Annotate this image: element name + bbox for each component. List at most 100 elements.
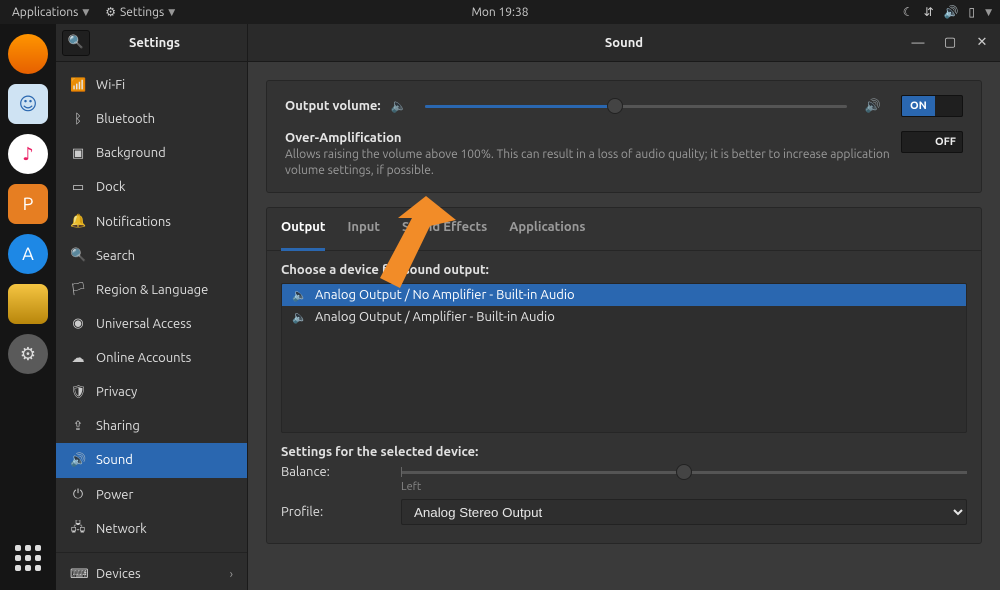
output-volume-slider[interactable] [425, 105, 847, 108]
sidebar-item-region[interactable]: 🏳 Region & Language [56, 273, 247, 307]
settings-window: 🔍 Settings Sound — ▢ ✕ 📶 Wi-Fi ᛒ Bluetooth… [56, 24, 1000, 590]
sidebar-item-power[interactable]: ⏻ Power [56, 478, 247, 512]
night-light-icon: ☾ [903, 5, 914, 19]
power-icon: ⏻ [70, 487, 86, 502]
sidebar-title: Settings [90, 36, 247, 50]
background-icon: ▣ [70, 146, 86, 161]
network-icon: ⇵ [923, 5, 933, 19]
sidebar-item-online-accounts[interactable]: ☁Online Accounts [56, 341, 247, 375]
sidebar-item-label: Sharing [96, 419, 140, 433]
dock-icon-firefox[interactable] [8, 34, 48, 74]
dock-icon-settings[interactable]: ⚙ [8, 334, 48, 374]
globe-icon: 🏳 [70, 282, 86, 297]
sidebar-item-sharing[interactable]: ⇪ Sharing [56, 409, 247, 443]
sidebar-item-notifications[interactable]: 🔔 Notifications [56, 205, 247, 239]
status-area[interactable]: ☾ ⇵ 🔊 ▯ ▼ [903, 5, 992, 19]
balance-left-label: Left [401, 481, 967, 493]
sidebar-item-label: Bluetooth [96, 112, 155, 126]
dock-icon-presentation[interactable]: P [8, 184, 48, 224]
over-amplification-title: Over-Amplification [285, 131, 891, 145]
chevron-down-icon: ▼ [985, 7, 992, 18]
sidebar-item-label: Privacy [96, 385, 137, 399]
volume-low-icon: 🔈 [391, 99, 407, 114]
tab-output[interactable]: Output [281, 216, 325, 251]
chevron-down-icon: ▼ [82, 7, 89, 18]
sidebar-item-label: Notifications [96, 215, 171, 229]
output-volume-panel: Output volume: 🔈 🔊 ON Over-Amplification [266, 80, 982, 193]
volume-high-icon: 🔊 [865, 99, 881, 114]
output-device-list: 🔈 Analog Output / No Amplifier - Built-i… [281, 283, 967, 433]
sidebar-item-bluetooth[interactable]: ᛒ Bluetooth [56, 102, 247, 136]
dock-icon-appstore[interactable]: A [8, 234, 48, 274]
sidebar-item-wifi[interactable]: 📶 Wi-Fi [56, 68, 247, 102]
toggle-on-label: ON [902, 96, 935, 116]
top-bar: Applications ▼ ⚙ Settings ▼ Mon 19:38 ☾ … [0, 0, 1000, 24]
dock-icon: ▭ [70, 180, 86, 195]
sidebar-item-label: Power [96, 488, 133, 502]
lock-icon: 🛡 [70, 385, 86, 400]
sidebar-item-label: Sound [96, 453, 133, 467]
clock[interactable]: Mon 19:38 [471, 6, 528, 19]
battery-icon: ▯ [968, 5, 975, 19]
search-button[interactable]: 🔍 [62, 30, 90, 56]
balance-slider[interactable] [401, 471, 967, 474]
profile-label: Profile: [281, 505, 391, 519]
chevron-down-icon: ▼ [168, 7, 175, 18]
sidebar-item-label: Search [96, 249, 135, 263]
minimize-button[interactable]: — [906, 32, 930, 54]
chevron-right-icon: › [230, 568, 233, 581]
show-applications-button[interactable] [10, 540, 46, 576]
tab-applications[interactable]: Applications [509, 216, 585, 242]
page-title: Sound [605, 36, 643, 50]
tab-input[interactable]: Input [347, 216, 380, 242]
selected-device-settings-heading: Settings for the selected device: [281, 445, 967, 459]
dock: ☺ ♪ P A ⚙ [0, 24, 56, 590]
output-device-row[interactable]: 🔈 Analog Output / No Amplifier - Built-i… [282, 284, 966, 306]
sound-tabs-panel: Output Input Sound Effects Applications … [266, 207, 982, 544]
network-icon: 🖧 [70, 518, 86, 540]
share-icon: ⇪ [70, 419, 86, 434]
output-device-label: Analog Output / Amplifier - Built-in Aud… [315, 310, 555, 324]
output-volume-toggle[interactable]: ON [901, 95, 963, 117]
devices-icon: ⌨ [70, 567, 86, 582]
search-icon: 🔍 [70, 248, 86, 263]
sidebar-item-label: Region & Language [96, 283, 208, 297]
bluetooth-icon: ᛒ [70, 112, 86, 126]
sound-icon: 🔊 [70, 453, 86, 468]
dock-icon-music[interactable]: ♪ [8, 134, 48, 174]
search-icon: 🔍 [68, 35, 84, 50]
sidebar-item-search[interactable]: 🔍 Search [56, 239, 247, 273]
close-button[interactable]: ✕ [970, 32, 994, 54]
titlebar: 🔍 Settings Sound — ▢ ✕ [56, 24, 1000, 62]
sidebar-item-universal-access[interactable]: ◉Universal Access [56, 307, 247, 341]
sidebar-item-dock[interactable]: ▭ Dock [56, 170, 247, 204]
maximize-button[interactable]: ▢ [938, 32, 962, 54]
sidebar-item-label: Dock [96, 180, 125, 194]
close-icon: ✕ [977, 35, 988, 50]
profile-select[interactable]: Analog Stereo Output [401, 499, 967, 525]
sidebar-item-label: Background [96, 146, 166, 160]
tab-sound-effects[interactable]: Sound Effects [402, 216, 487, 242]
minimize-icon: — [912, 36, 925, 50]
over-amplification-toggle[interactable]: OFF [901, 131, 963, 153]
dock-icon-disks[interactable] [8, 284, 48, 324]
speaker-icon: 🔈 [292, 288, 307, 302]
output-device-row[interactable]: 🔈 Analog Output / Amplifier - Built-in A… [282, 306, 966, 328]
sidebar-item-background[interactable]: ▣ Background [56, 136, 247, 170]
accessibility-icon: ◉ [70, 316, 86, 331]
over-amplification-description: Allows raising the volume above 100%. Th… [285, 147, 891, 178]
wifi-icon: 📶 [70, 78, 86, 93]
sidebar-item-sound[interactable]: 🔊 Sound [56, 443, 247, 477]
sidebar-item-network[interactable]: 🖧Network [56, 512, 247, 546]
speaker-icon: 🔈 [292, 310, 307, 324]
applications-menu[interactable]: Applications ▼ [6, 6, 95, 19]
settings-indicator-icon: ⚙ [105, 5, 116, 19]
sidebar-item-privacy[interactable]: 🛡 Privacy [56, 375, 247, 409]
sidebar-item-devices[interactable]: ⌨Devices› [56, 552, 247, 590]
dock-icon-files[interactable]: ☺ [8, 84, 48, 124]
bell-icon: 🔔 [70, 214, 86, 229]
sidebar-item-label: Online Accounts [96, 351, 191, 365]
current-app-menu[interactable]: ⚙ Settings ▼ [99, 5, 181, 19]
sidebar: 📶 Wi-Fi ᛒ Bluetooth ▣ Background ▭ Dock 🔔 Not… [56, 62, 248, 590]
sidebar-item-label: Wi-Fi [96, 78, 125, 92]
